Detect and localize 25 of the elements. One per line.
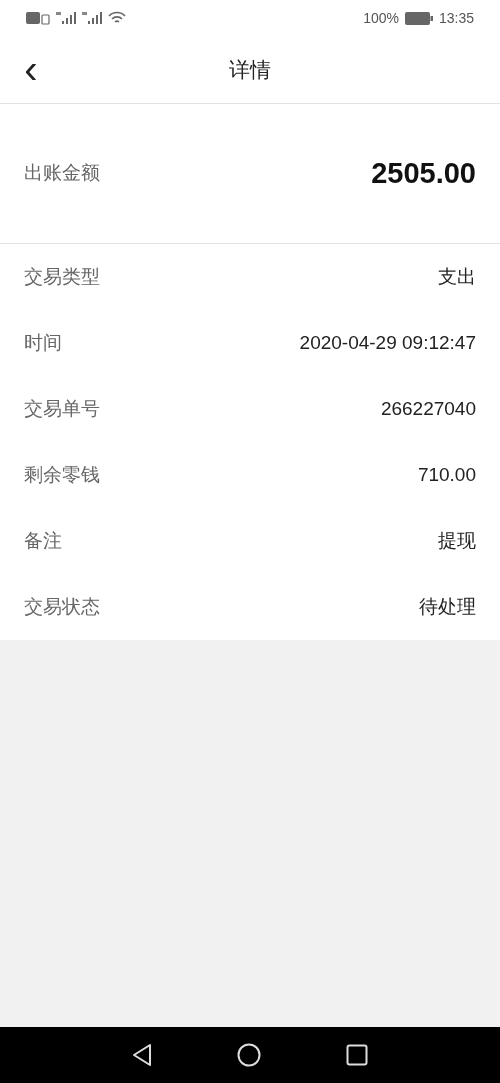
detail-value: 2020-04-29 09:12:47 [299, 330, 476, 355]
detail-value: 待处理 [419, 594, 476, 619]
detail-label: 剩余零钱 [24, 462, 100, 487]
recents-square-icon[interactable] [346, 1044, 368, 1066]
back-button[interactable]: ‹ [16, 44, 46, 94]
battery-icon [404, 11, 433, 25]
detail-label: 交易状态 [24, 594, 100, 619]
signal-icon [56, 11, 76, 25]
wifi-icon [108, 11, 126, 25]
amount-label: 出账金额 [24, 161, 100, 186]
detail-value: 支出 [438, 264, 476, 289]
detail-label: 备注 [24, 528, 62, 553]
detail-label: 交易单号 [24, 396, 100, 421]
detail-label: 交易类型 [24, 264, 100, 289]
detail-label: 时间 [24, 330, 62, 355]
back-triangle-icon[interactable] [132, 1043, 152, 1067]
detail-value: 710.00 [417, 462, 476, 487]
clock-time: 13:35 [438, 8, 474, 28]
battery-percent: 100% [363, 8, 399, 28]
detail-value: 提现 [438, 528, 476, 553]
signal-icon [82, 11, 102, 25]
page-title: 详情 [229, 56, 271, 83]
amount-value: 2505.00 [371, 155, 476, 191]
detail-value: 266227040 [380, 396, 476, 421]
home-circle-icon[interactable] [237, 1043, 261, 1067]
